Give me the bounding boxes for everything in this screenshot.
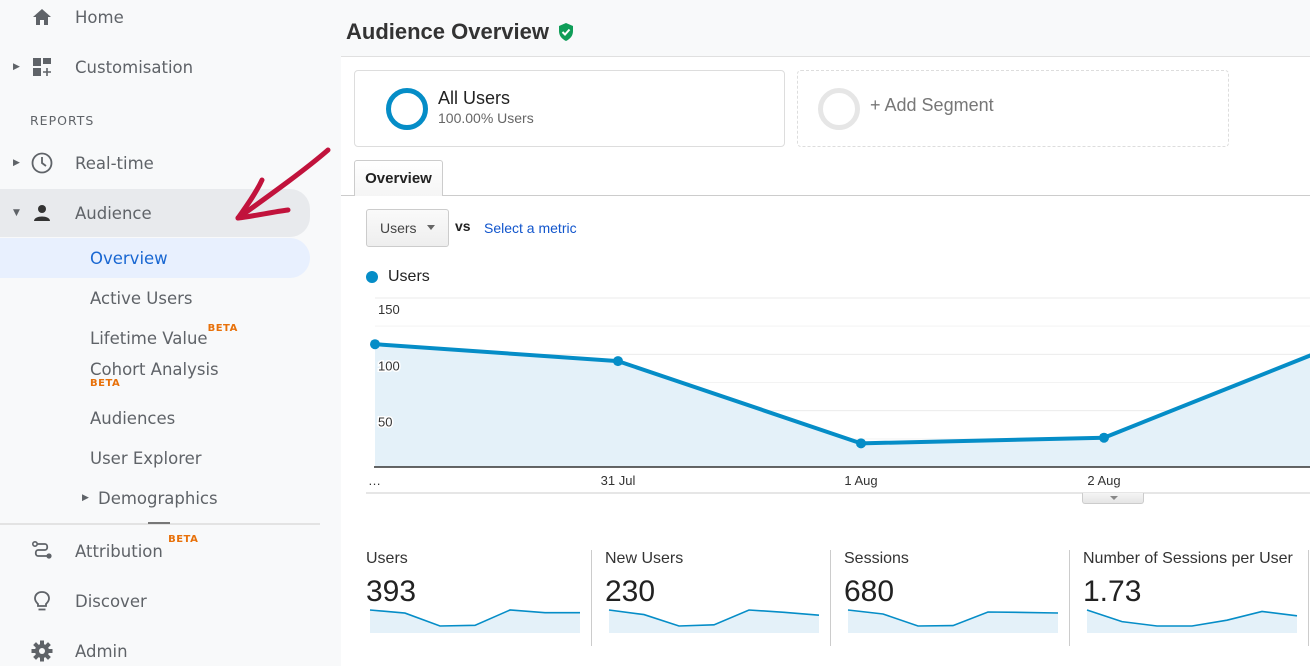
scorecard-value: 680 bbox=[844, 575, 895, 608]
x-tick-label: 1 Aug bbox=[844, 473, 877, 488]
add-segment-label: + Add Segment bbox=[870, 95, 994, 115]
scorecard-divider bbox=[591, 550, 592, 646]
series-area bbox=[375, 344, 1310, 467]
series-line-users bbox=[374, 342, 1310, 446]
page-title: Audience Overview bbox=[346, 19, 575, 45]
chart-expand-handle[interactable] bbox=[1082, 493, 1144, 504]
scorecard-value: 1.73 bbox=[1083, 575, 1142, 608]
nav-audience-label: Audience bbox=[75, 203, 152, 223]
metric-select-value: Users bbox=[380, 220, 417, 236]
nav-demographics[interactable]: ▶ Demographics bbox=[0, 478, 310, 518]
legend-dot-icon bbox=[366, 271, 378, 283]
attribution-text: Attribution bbox=[75, 541, 163, 561]
legend-label: Users bbox=[388, 268, 430, 285]
data-point bbox=[613, 356, 623, 367]
scorecard-divider bbox=[1069, 550, 1070, 646]
scorecard-users[interactable]: Users 393 bbox=[366, 550, 581, 646]
sparkline bbox=[369, 609, 580, 633]
scorecard-sessions[interactable]: Sessions 680 bbox=[844, 550, 1059, 646]
nav-active-users[interactable]: Active Users bbox=[0, 278, 310, 318]
scorecard-label: Sessions bbox=[844, 550, 909, 567]
attribution-icon bbox=[30, 539, 54, 563]
beta-badge: BETA bbox=[90, 378, 121, 389]
segment-name: All Users bbox=[438, 88, 511, 108]
section-reports-label: REPORTS bbox=[30, 113, 95, 128]
nav-cohort-analysis[interactable]: Cohort Analysis BETA bbox=[0, 358, 310, 392]
lightbulb-icon bbox=[30, 589, 54, 613]
scorecard-value: 393 bbox=[366, 575, 417, 608]
sparkline bbox=[1086, 609, 1298, 633]
home-icon bbox=[30, 5, 54, 29]
tab-bar-line bbox=[341, 195, 1310, 196]
add-segment-button[interactable]: + Add Segment bbox=[797, 70, 1229, 147]
nav-user-explorer-label: User Explorer bbox=[90, 448, 202, 468]
caret-right-icon[interactable]: ▶ bbox=[13, 158, 23, 168]
segment-ring-empty-icon bbox=[818, 88, 860, 130]
nav-lifetime-value-label: Lifetime ValueBETA bbox=[90, 323, 238, 348]
y-tick-label: 100 bbox=[378, 358, 400, 373]
scorecard-divider bbox=[830, 550, 831, 646]
data-point bbox=[370, 339, 380, 350]
nav-attribution-label: Attribution BETA bbox=[75, 534, 198, 561]
dropdown-arrow-icon bbox=[427, 225, 435, 230]
tab-overview[interactable]: Overview bbox=[354, 160, 443, 196]
shield-check-icon bbox=[558, 23, 573, 41]
sparkline bbox=[847, 609, 1059, 633]
scorecard-new-users[interactable]: New Users 230 bbox=[605, 550, 820, 646]
segment-all-users[interactable]: All Users 100.00% Users bbox=[354, 70, 785, 147]
nav-overview-label: Overview bbox=[90, 248, 168, 268]
lifetime-value-text: Lifetime Value bbox=[90, 328, 208, 348]
scorecard-sessions-per-user[interactable]: Number of Sessions per User 1.73 bbox=[1083, 550, 1298, 646]
scroll-notch[interactable] bbox=[148, 522, 170, 524]
nav-audience-overview[interactable]: Overview bbox=[0, 238, 310, 278]
nav-lifetime-value[interactable]: Lifetime ValueBETA bbox=[0, 318, 310, 358]
sidebar: Home ▶ Customisation REPORTS ▶ Real-time… bbox=[0, 0, 341, 666]
x-tick-label: … bbox=[368, 473, 381, 488]
clock-icon bbox=[30, 151, 54, 175]
select-metric-link[interactable]: Select a metric bbox=[484, 220, 577, 236]
page-header: Audience Overview bbox=[341, 0, 1310, 57]
y-tick-label: 50 bbox=[378, 415, 392, 430]
scorecard-value: 230 bbox=[605, 575, 656, 608]
data-point bbox=[856, 438, 866, 449]
nav-home-label: Home bbox=[75, 7, 124, 27]
nav-demographics-label: Demographics bbox=[98, 488, 218, 508]
beta-badge: BETA bbox=[168, 534, 199, 545]
nav-cohort-analysis-label: Cohort Analysis bbox=[90, 360, 219, 379]
scorecard-divider bbox=[1308, 550, 1309, 646]
nav-audiences[interactable]: Audiences bbox=[0, 398, 310, 438]
chart-legend: Users bbox=[366, 268, 430, 286]
sparkline-area bbox=[1087, 610, 1297, 633]
data-point bbox=[1099, 432, 1109, 443]
nav-audience[interactable]: ▼ Audience bbox=[0, 189, 310, 237]
nav-customisation-label: Customisation bbox=[75, 57, 194, 77]
sparkline bbox=[608, 609, 820, 633]
person-icon bbox=[30, 201, 54, 225]
nav-discover-label: Discover bbox=[75, 591, 147, 611]
scorecard-label: Users bbox=[366, 550, 408, 567]
caret-right-icon[interactable]: ▶ bbox=[13, 62, 23, 72]
gear-icon bbox=[30, 639, 54, 663]
beta-badge: BETA bbox=[207, 323, 238, 334]
caret-right-icon[interactable]: ▶ bbox=[82, 493, 89, 503]
caret-down-icon[interactable]: ▼ bbox=[13, 208, 23, 218]
nav-user-explorer[interactable]: User Explorer bbox=[0, 438, 310, 478]
vs-label: VS bbox=[455, 218, 471, 234]
nav-admin-label: Admin bbox=[75, 641, 128, 661]
y-tick-label: 150 bbox=[378, 302, 400, 317]
scorecard-label: New Users bbox=[605, 550, 684, 567]
nav-active-users-label: Active Users bbox=[90, 288, 193, 308]
nav-audiences-label: Audiences bbox=[90, 408, 176, 428]
nav-realtime-label: Real-time bbox=[75, 153, 154, 173]
scorecard-label: Number of Sessions per User bbox=[1083, 550, 1293, 567]
x-tick-label: 2 Aug bbox=[1087, 473, 1120, 488]
segment-percentage: 100.00% Users bbox=[438, 110, 534, 126]
x-tick-label: 31 Jul bbox=[601, 473, 636, 488]
segment-ring-icon bbox=[386, 88, 428, 130]
metric-select[interactable]: Users bbox=[366, 209, 449, 247]
dashboard-add-icon bbox=[30, 55, 54, 79]
page-title-text: Audience Overview bbox=[346, 19, 549, 44]
